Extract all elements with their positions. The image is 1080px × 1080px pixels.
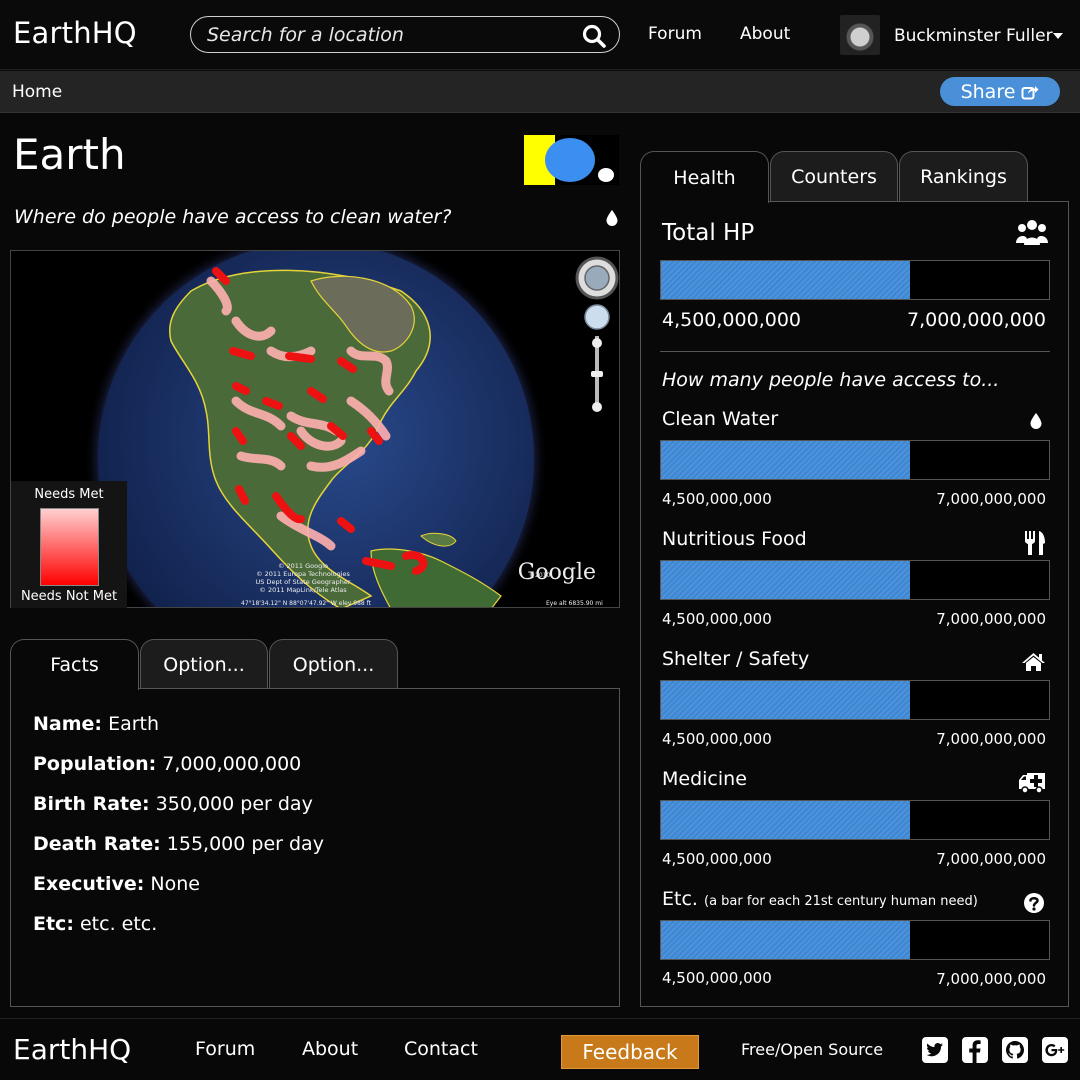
user-avatar[interactable]: [840, 15, 880, 55]
brand-logo[interactable]: EarthHQ: [13, 16, 137, 50]
fact-death-rate: Death Rate: 155,000 per day: [33, 833, 324, 855]
breadcrumb-home[interactable]: Home: [12, 82, 62, 102]
tab-health[interactable]: Health: [640, 151, 769, 203]
ambulance-icon: [1019, 773, 1045, 794]
need-food-bar: [660, 560, 1050, 600]
tab-counters[interactable]: Counters: [770, 151, 898, 202]
need-medicine-bar: [660, 800, 1050, 840]
need-clean-water-label: Clean Water: [662, 408, 779, 430]
tab-facts[interactable]: Facts: [10, 639, 139, 690]
map-eye-altitude: Eye alt 6835.90 mi: [546, 600, 603, 607]
map-attribution-2: © 2011 Europa Technologies: [256, 570, 350, 578]
total-hp-bar-fill: [661, 261, 911, 299]
need-shelter-current: 4,500,000,000: [662, 730, 772, 748]
map-attribution-1: © 2011 Google: [278, 562, 328, 570]
github-icon[interactable]: [1002, 1037, 1028, 1063]
fact-executive: Executive: None: [33, 873, 200, 895]
need-etc-label: Etc. (a bar for each 21st century human …: [662, 888, 978, 910]
need-shelter-bar-fill: [661, 681, 911, 719]
chevron-down-icon[interactable]: [1053, 33, 1063, 39]
breadcrumb-bar: [0, 71, 1080, 113]
need-clean-water-bar: [660, 440, 1050, 480]
fact-name: Name: Earth: [33, 713, 160, 735]
map-attribution-4: © 2011 MapLink/Tele Atlas: [259, 586, 347, 594]
user-name[interactable]: Buckminster Fuller: [894, 26, 1053, 46]
fact-population: Population: 7,000,000,000: [33, 753, 302, 775]
twitter-icon[interactable]: [922, 1037, 948, 1063]
facts-panel: Name: Earth Population: 7,000,000,000 Bi…: [10, 688, 620, 1007]
need-etc-bar-fill: [661, 921, 911, 959]
need-etc-max: 7,000,000,000: [936, 970, 1046, 988]
need-food-label: Nutritious Food: [662, 528, 807, 550]
tab-option-1[interactable]: Option...: [140, 639, 268, 689]
need-shelter-max: 7,000,000,000: [936, 730, 1046, 748]
footer-contact-link[interactable]: Contact: [404, 1038, 478, 1060]
map-brand-year: ©2010: [529, 572, 550, 579]
fact-etc: Etc: etc. etc.: [33, 913, 158, 935]
feedback-button[interactable]: Feedback: [561, 1035, 699, 1069]
page: EarthHQ Forum About Buckminster Fuller H…: [0, 0, 1080, 1080]
divider: [660, 351, 1050, 352]
need-food-bar-fill: [661, 561, 911, 599]
users-icon: [1016, 220, 1048, 245]
need-etc-note: (a bar for each 21st century human need): [704, 894, 978, 909]
total-hp-current: 4,500,000,000: [662, 309, 802, 331]
need-etc-bar: [660, 920, 1050, 960]
nav-about-link[interactable]: About: [740, 24, 790, 44]
fact-birth-rate: Birth Rate: 350,000 per day: [33, 793, 313, 815]
need-clean-water-max: 7,000,000,000: [936, 490, 1046, 508]
need-food-max: 7,000,000,000: [936, 610, 1046, 628]
search-box: [190, 16, 620, 53]
page-title: Earth: [13, 130, 126, 179]
need-clean-water-current: 4,500,000,000: [662, 490, 772, 508]
map-legend: Needs Met Needs Not Met: [11, 481, 127, 608]
legend-gradient: [40, 508, 99, 586]
access-question: How many people have access to...: [662, 369, 1000, 391]
footer-brand[interactable]: EarthHQ: [13, 1033, 131, 1066]
fork-knife-icon: [1025, 531, 1045, 555]
footer-forum-link[interactable]: Forum: [195, 1038, 255, 1060]
share-icon: [1021, 85, 1039, 99]
need-clean-water-bar-fill: [661, 441, 911, 479]
need-etc-current: 4,500,000,000: [662, 969, 772, 987]
map-question: Where do people have access to clean wat…: [14, 206, 452, 228]
tab-option-2[interactable]: Option...: [269, 639, 398, 689]
footer-foss-link[interactable]: Free/Open Source: [741, 1040, 883, 1059]
footer-about-link[interactable]: About: [302, 1038, 358, 1060]
legend-needs-not-met: Needs Not Met: [20, 589, 118, 604]
total-hp-bar: [660, 260, 1050, 300]
nav-forum-link[interactable]: Forum: [648, 24, 702, 44]
search-input[interactable]: [207, 21, 567, 49]
facebook-icon[interactable]: [962, 1037, 988, 1063]
need-medicine-label: Medicine: [662, 768, 747, 790]
search-icon[interactable]: [581, 23, 607, 49]
footer: [0, 1018, 1080, 1080]
need-food-current: 4,500,000,000: [662, 610, 772, 628]
need-medicine-current: 4,500,000,000: [662, 850, 772, 868]
need-shelter-bar: [660, 680, 1050, 720]
need-shelter-label: Shelter / Safety: [662, 648, 810, 670]
project-logo: [524, 135, 619, 185]
question-circle-icon: [1024, 893, 1044, 913]
share-label: Share: [960, 80, 1016, 103]
water-drop-icon: [606, 210, 618, 226]
share-button[interactable]: Share: [940, 77, 1060, 106]
tab-rankings[interactable]: Rankings: [899, 151, 1028, 202]
google-plus-icon[interactable]: [1042, 1037, 1068, 1063]
home-icon: [1022, 653, 1045, 671]
legend-needs-met: Needs Met: [34, 487, 104, 502]
map-attribution-3: US Dept of State Geographer: [255, 578, 350, 586]
map-coordinates: 47°18'34.12" N 88°07'47.92" W elev 988 f…: [241, 600, 372, 607]
need-medicine-bar-fill: [661, 801, 911, 839]
total-hp-title: Total HP: [662, 220, 755, 246]
need-medicine-max: 7,000,000,000: [936, 850, 1046, 868]
total-hp-max: 7,000,000,000: [906, 309, 1046, 331]
water-drop-icon: [1030, 413, 1042, 429]
